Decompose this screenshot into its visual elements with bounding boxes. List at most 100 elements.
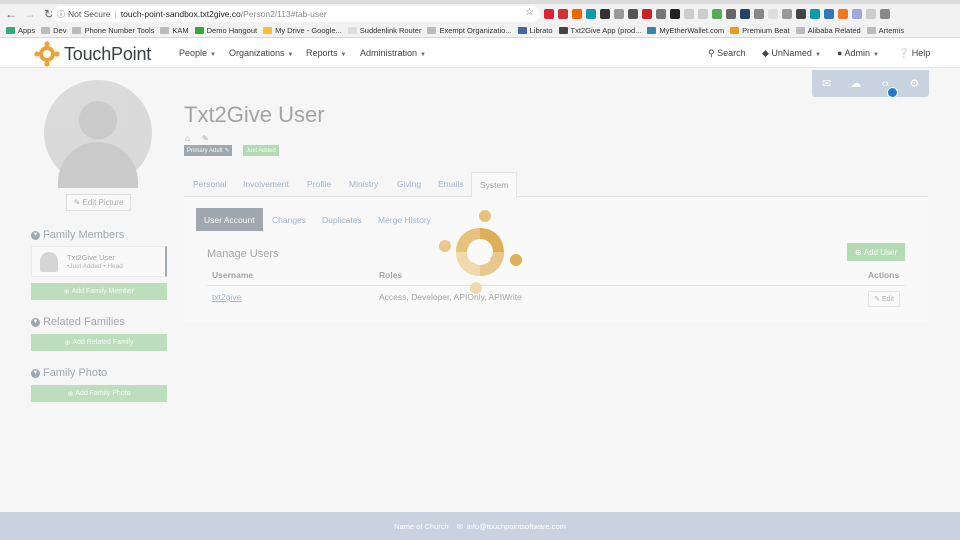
tab-personal[interactable]: Personal xyxy=(193,179,227,189)
page-footer: Name of Church ✉ info@touchpointsoftware… xyxy=(0,512,960,540)
nav-reports[interactable]: Reports ▼ xyxy=(306,48,346,58)
bookmark-item[interactable]: Artemis xyxy=(866,26,904,35)
bookmark-item[interactable]: Exempt Organizatio... xyxy=(427,26,512,35)
nav-organizations[interactable]: Organizations ▼ xyxy=(229,48,293,58)
extension-icon[interactable] xyxy=(810,9,820,19)
tab-profile[interactable]: Profile xyxy=(307,179,331,189)
extension-icon[interactable] xyxy=(740,9,750,19)
bookmark-item[interactable]: Demo Hangout xyxy=(194,26,257,35)
menu-icon[interactable] xyxy=(880,9,890,19)
extension-icon[interactable] xyxy=(768,9,778,19)
caret-down-icon: ▼ xyxy=(340,52,347,58)
bookmark-item[interactable]: MyEtherWallet.com xyxy=(647,26,724,35)
bookmark-item[interactable]: Librato xyxy=(517,26,553,35)
tab-involvement[interactable]: Involvement xyxy=(243,179,289,189)
extension-icon[interactable] xyxy=(838,9,848,19)
extension-icon[interactable] xyxy=(782,9,792,19)
nav-search[interactable]: ⚲ Search xyxy=(708,48,746,59)
family-member-card[interactable]: Txt2Give User •Just Added • Head xyxy=(31,246,167,277)
tab-emails[interactable]: Emails xyxy=(438,179,464,189)
extension-icon[interactable] xyxy=(754,9,764,19)
add-user-button[interactable]: ⊕ Add User xyxy=(847,243,905,261)
nav-help[interactable]: ❔ Help xyxy=(898,48,930,59)
subtab-user-account[interactable]: User Account xyxy=(196,208,263,231)
click-indicator xyxy=(888,88,897,97)
nav-admin[interactable]: ● Admin ▼ xyxy=(837,48,879,58)
extension-icon[interactable] xyxy=(670,9,680,19)
extension-icon[interactable] xyxy=(656,9,666,19)
nav-administration[interactable]: Administration ▼ xyxy=(360,48,426,58)
back-icon[interactable]: ← xyxy=(3,7,19,21)
brand-name: TouchPoint xyxy=(64,43,152,64)
avatar xyxy=(44,80,152,188)
bookmark-star-icon[interactable]: ☆ xyxy=(525,7,534,18)
extension-icons xyxy=(544,9,890,19)
pencil-icon[interactable]: ✎ xyxy=(202,134,209,143)
nav-people[interactable]: People ▼ xyxy=(179,48,216,58)
tab-giving[interactable]: Giving xyxy=(397,179,421,189)
home-icon[interactable]: ⌂ xyxy=(185,134,190,143)
extension-icon[interactable] xyxy=(726,9,736,19)
column-actions: Actions xyxy=(868,270,900,280)
touchpoint-logo[interactable]: TouchPoint xyxy=(34,41,151,67)
username-link[interactable]: txt2give xyxy=(212,292,241,302)
family-photo-heading[interactable]: ▼ Family Photo xyxy=(31,367,107,379)
security-label: Not Secure xyxy=(68,9,111,19)
edit-picture-button[interactable]: ✎ Edit Picture xyxy=(66,194,131,211)
extension-icon[interactable] xyxy=(684,9,694,19)
related-families-heading[interactable]: ▼ Related Families xyxy=(31,316,125,328)
gear-icon[interactable]: ⚙ xyxy=(903,75,925,93)
extension-icon[interactable] xyxy=(712,9,722,19)
bookmark-item[interactable]: Suddenlink Router xyxy=(347,26,421,35)
touchpoint-logo-icon xyxy=(34,41,60,67)
search-icon: ⚲ xyxy=(708,48,718,58)
extension-icon[interactable] xyxy=(600,9,610,19)
browser-toolbar: ← → ↻ ⓘ Not Secure | touch-point-sandbox… xyxy=(0,4,960,24)
divider: | xyxy=(114,9,117,19)
extension-icon[interactable] xyxy=(698,9,708,19)
address-bar[interactable]: ⓘ Not Secure | touch-point-sandbox.txt2g… xyxy=(52,6,540,22)
footer-email-link[interactable]: info@touchpointsoftware.com xyxy=(467,522,566,531)
bookmark-item[interactable]: Alibaba Related xyxy=(795,26,861,35)
extension-icon[interactable] xyxy=(572,9,582,19)
extension-icon[interactable] xyxy=(852,9,862,19)
tab-ministry[interactable]: Ministry xyxy=(349,179,378,189)
extension-icon[interactable] xyxy=(642,9,652,19)
extension-icon[interactable] xyxy=(586,9,596,19)
badge-primary-adult[interactable]: Primary Adult ✎ xyxy=(184,145,233,156)
add-family-member-button[interactable]: ⊕ Add Family Member xyxy=(31,283,167,300)
pencil-icon: ✎ xyxy=(874,296,882,303)
bookmark-item[interactable]: Dev xyxy=(41,26,66,35)
edit-user-button[interactable]: ✎ Edit xyxy=(868,291,900,307)
bookmark-item[interactable]: Txt2Give App (prod... xyxy=(558,26,641,35)
envelope-icon[interactable]: ✉ xyxy=(816,75,838,93)
add-family-photo-button[interactable]: ⊕ Add Family Photo xyxy=(31,385,167,402)
extension-icon[interactable] xyxy=(866,9,876,19)
caret-down-icon: ▼ xyxy=(210,52,216,58)
family-members-heading[interactable]: ▼ Family Members xyxy=(31,229,124,241)
subtab-duplicates[interactable]: Duplicates xyxy=(314,208,370,231)
extension-icon[interactable] xyxy=(628,9,638,19)
subtab-merge-history[interactable]: Merge History xyxy=(370,208,439,231)
plus-circle-icon: ⊕ xyxy=(854,247,864,257)
nav-unnamed[interactable]: ◆ UnNamed ▼ xyxy=(762,48,821,59)
extension-icon[interactable] xyxy=(824,9,834,19)
cloud-download-icon[interactable]: ☁ xyxy=(845,75,867,93)
caret-down-icon: ▼ xyxy=(420,52,426,58)
extension-icon[interactable] xyxy=(544,9,554,19)
bookmark-item[interactable]: Premium Beat xyxy=(730,26,790,35)
bookmark-item[interactable]: Phone Number Tools xyxy=(72,26,154,35)
chevron-down-circle-icon: ▼ xyxy=(31,230,40,240)
extension-icon[interactable] xyxy=(558,9,568,19)
badge-just-added: Just Added xyxy=(243,145,279,156)
extension-icon[interactable] xyxy=(796,9,806,19)
forward-icon[interactable]: → xyxy=(22,7,38,21)
tab-system[interactable]: System xyxy=(471,172,518,198)
bookmark-item[interactable]: Apps xyxy=(6,26,35,35)
bookmark-item[interactable]: My Drive - Google... xyxy=(263,26,342,35)
add-related-family-button[interactable]: ⊕ Add Related Family xyxy=(31,334,167,351)
caret-down-icon: ▼ xyxy=(287,52,294,58)
extension-icon[interactable] xyxy=(614,9,624,19)
subtab-changes[interactable]: Changes xyxy=(264,208,314,231)
bookmark-item[interactable]: KAM xyxy=(160,26,189,35)
